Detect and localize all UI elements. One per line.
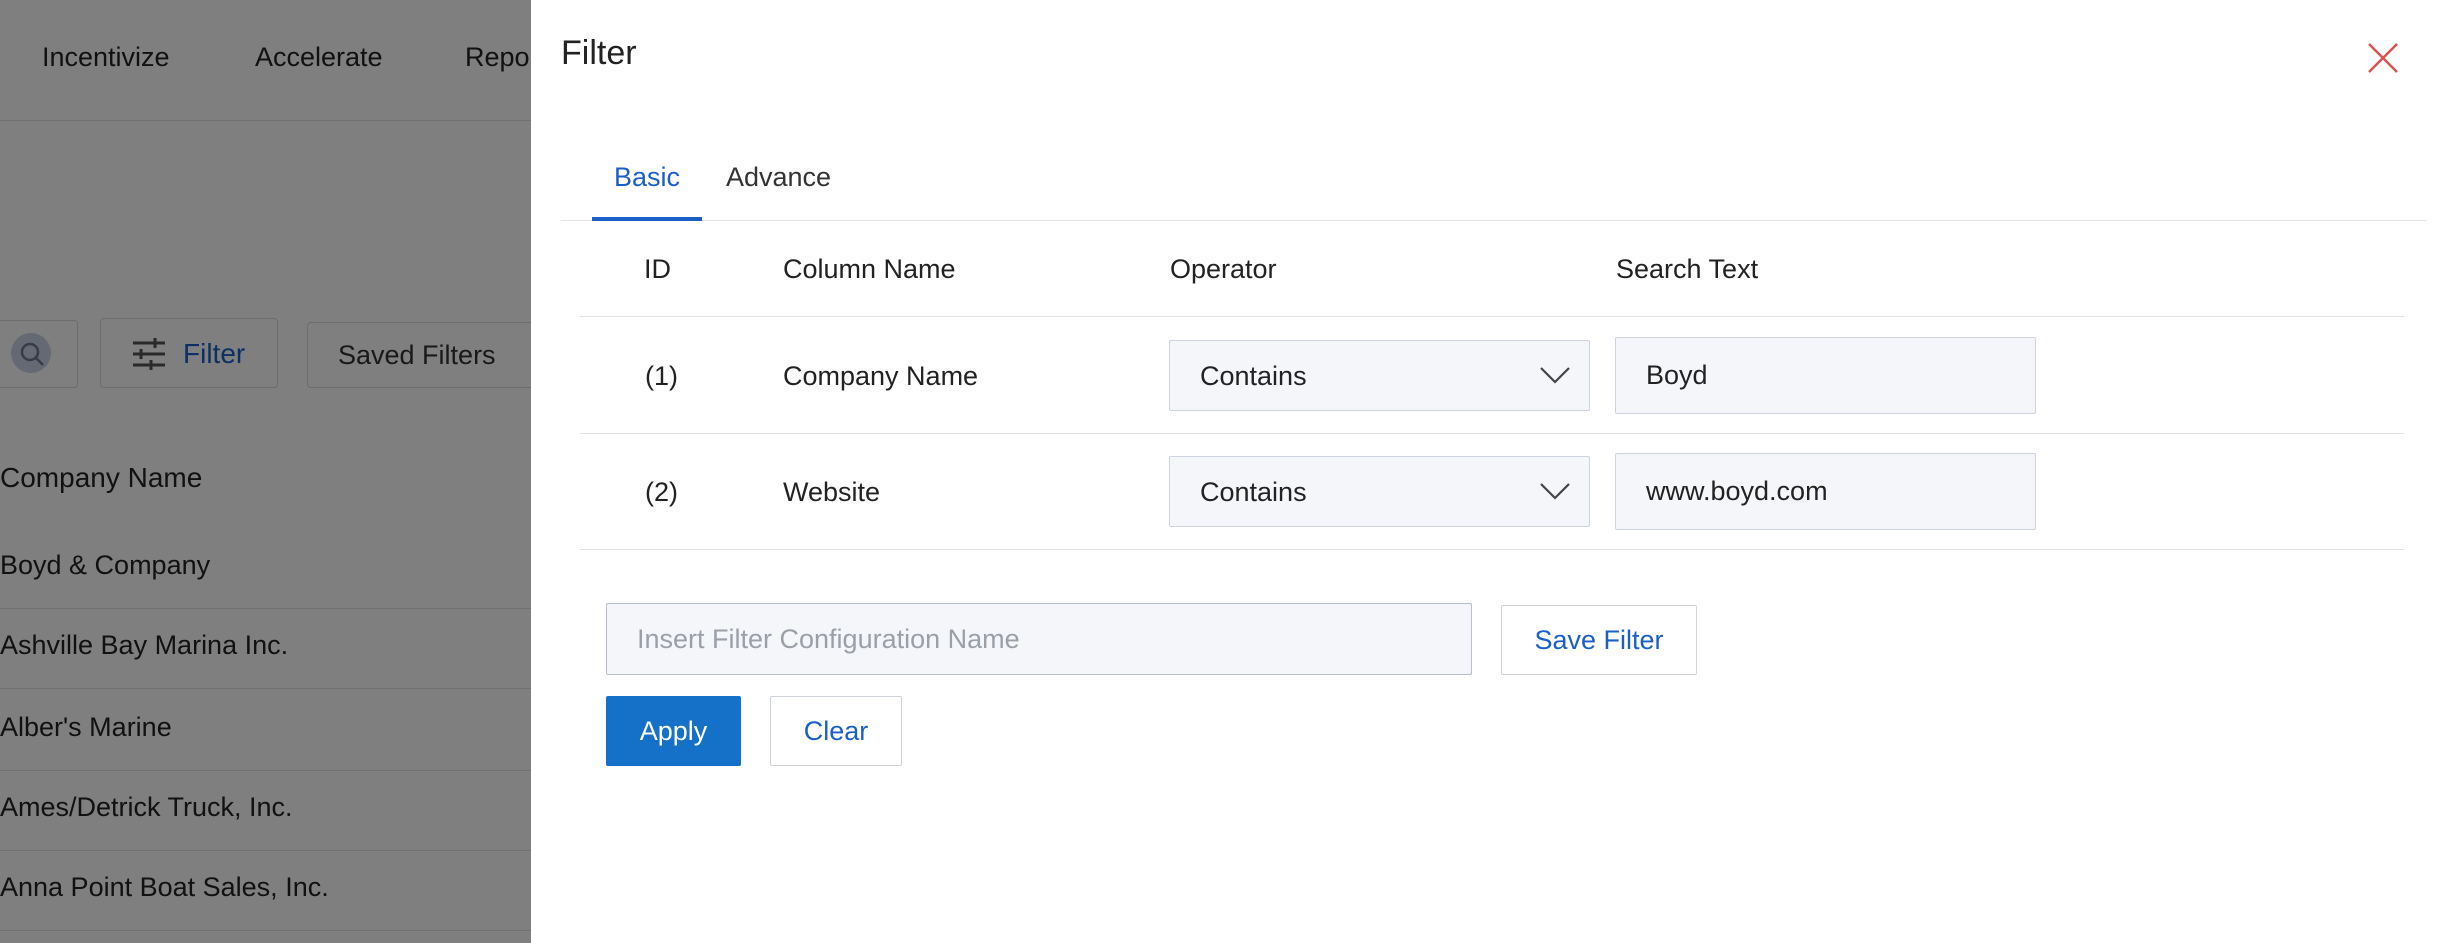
filter-row: (2) Website Contains (580, 433, 2404, 550)
column-header-search-text: Search Text (1616, 254, 1759, 284)
row-id: (2) (645, 477, 678, 507)
tab-advance[interactable]: Advance (726, 162, 831, 220)
tab-basic[interactable]: Basic (591, 162, 703, 221)
apply-button[interactable]: Apply (606, 696, 741, 766)
operator-select[interactable]: Contains (1169, 456, 1590, 527)
filter-tabs: Basic Advance (561, 150, 2426, 221)
row-id: (1) (645, 361, 678, 391)
close-button[interactable] (2361, 36, 2405, 80)
close-icon (2368, 43, 2398, 73)
column-header-id: ID (644, 254, 671, 284)
save-filter-button[interactable]: Save Filter (1501, 605, 1697, 675)
search-text-input[interactable] (1615, 337, 2036, 414)
clear-button[interactable]: Clear (770, 696, 902, 766)
operator-select-value: Contains (1200, 361, 1307, 391)
row-column-name: Company Name (783, 361, 979, 391)
filter-row: (1) Company Name Contains (580, 317, 2404, 434)
filter-drawer: Filter Basic Advance ID Column Name Oper… (531, 0, 2451, 943)
operator-select-value: Contains (1200, 477, 1307, 507)
operator-select[interactable]: Contains (1169, 340, 1590, 411)
chevron-down-icon (1540, 483, 1570, 500)
drawer-title: Filter (561, 34, 637, 72)
search-text-input[interactable] (1615, 453, 2036, 530)
column-header-column-name: Column Name (783, 254, 956, 284)
chevron-down-icon (1540, 367, 1570, 384)
column-header-operator: Operator (1170, 254, 1277, 284)
row-column-name: Website (783, 477, 881, 507)
filter-config-name-input[interactable] (606, 603, 1472, 675)
